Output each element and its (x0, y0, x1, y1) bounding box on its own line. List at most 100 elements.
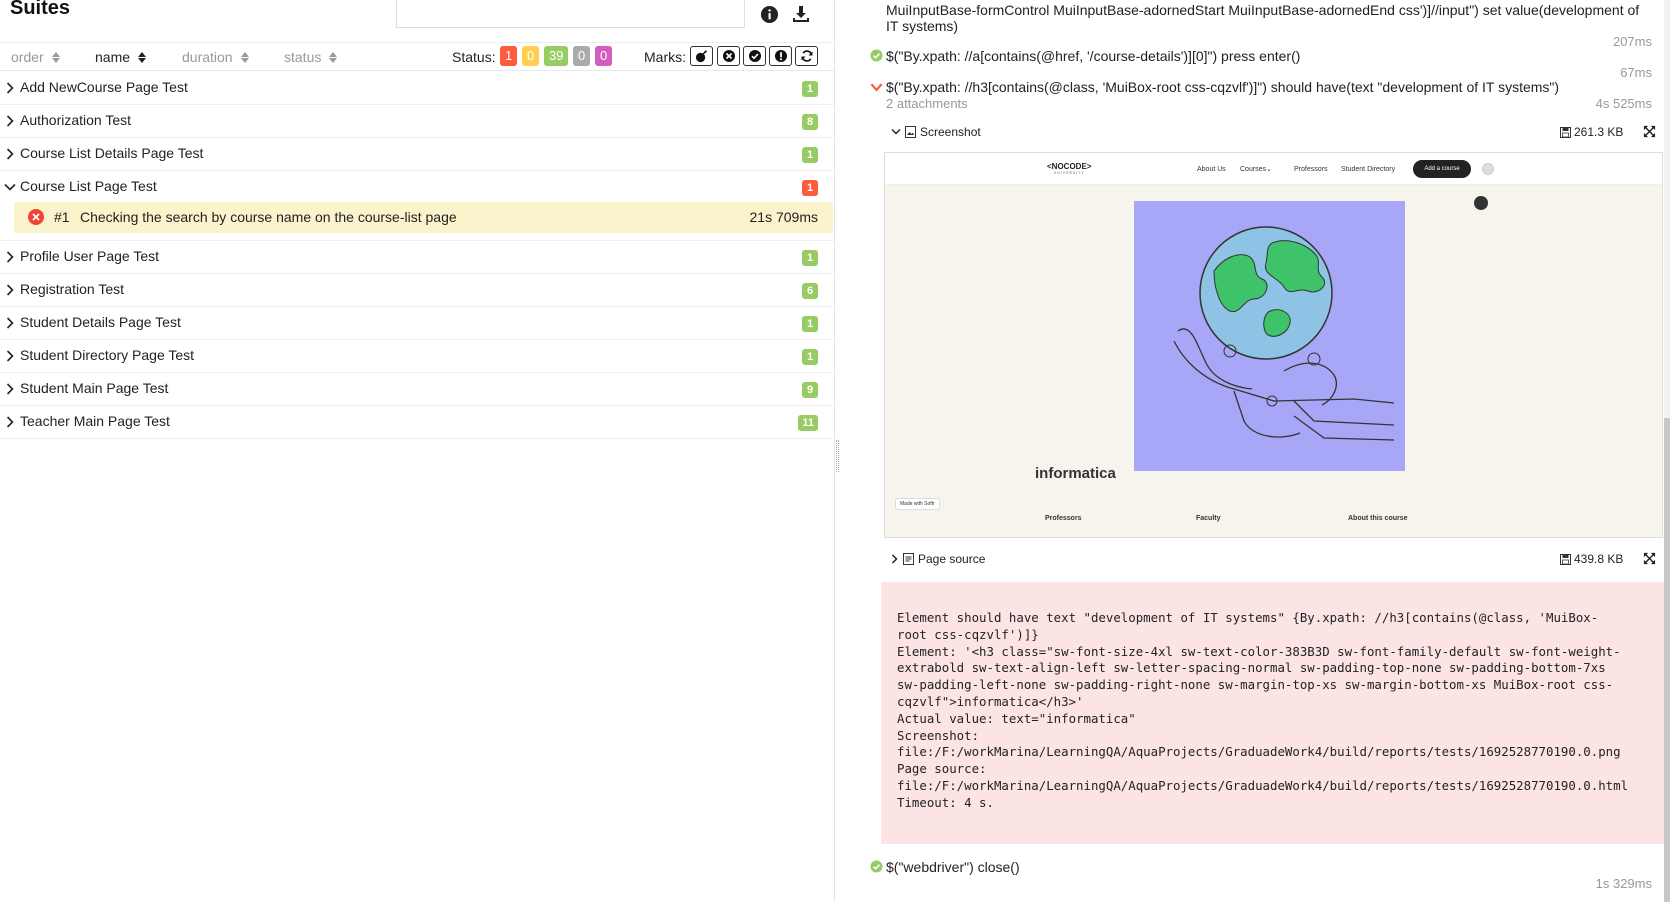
scrollbar-thumb[interactable] (1664, 418, 1670, 902)
suite-row[interactable]: Teacher Main Page Test 11 (0, 406, 835, 439)
attachment-page-source-header[interactable]: Page source (891, 552, 985, 566)
suite-row[interactable]: Student Details Page Test 1 (0, 307, 835, 340)
sort-arrows-icon (51, 51, 60, 63)
chevron-right-icon (6, 317, 14, 329)
attachment-name: Screenshot (920, 125, 981, 139)
step-text: MuiInputBase-formControl MuiInputBase-ad… (886, 2, 1639, 34)
sort-arrows-icon (329, 51, 338, 63)
new-failed-icon[interactable] (717, 46, 740, 66)
new-broken-icon[interactable] (769, 46, 792, 66)
chevron-right-icon (6, 350, 14, 362)
suite-name: Student Details Page Test (20, 314, 181, 330)
suite-name: Authorization Test (20, 112, 132, 128)
new-passed-icon[interactable] (743, 46, 766, 66)
attachment-screenshot-header[interactable]: Screenshot (891, 125, 981, 139)
status-unknown-toggle[interactable]: 0 (595, 46, 613, 66)
suite-count-badge: 1 (802, 316, 818, 332)
details-scrollbar[interactable] (1664, 0, 1670, 902)
retries-status-change-icon[interactable] (795, 46, 818, 66)
pane-resize-handle[interactable] (835, 0, 841, 902)
page-title: Suites (10, 0, 71, 19)
chevron-down-icon (4, 183, 16, 191)
suite-name: Profile User Page Test (20, 248, 160, 264)
sort-arrows-icon (240, 51, 249, 63)
suite-row-expanded[interactable]: Course List Page Test 1 (0, 171, 835, 202)
suite-count-badge: 9 (802, 382, 818, 398)
test-case-duration: 21s 709ms (749, 209, 818, 225)
step-text-line: MuiInputBase-formControl MuiInputBase-ad… (886, 2, 1640, 18)
chevron-right-icon (891, 554, 898, 564)
step-text[interactable]: $("By.xpath: //h3[contains(@class, 'MuiB… (886, 79, 1559, 95)
suite-name: Student Directory Page Test (20, 347, 195, 363)
step-attachments-count: 2 attachments (886, 96, 968, 111)
sort-order[interactable]: order (11, 49, 60, 65)
fullscreen-icon[interactable] (1643, 125, 1656, 138)
suite-row[interactable]: Course List Details Page Test 1 (0, 138, 835, 171)
image-file-icon (905, 126, 916, 138)
preview-nav-item: Courses (1240, 166, 1267, 173)
globe-robot-hand-illustration (1173, 226, 1395, 441)
preview-logo-text: <NOCODE> (1047, 162, 1092, 171)
attachment-size: 261.3 KB (1560, 125, 1623, 139)
suite-row[interactable]: Student Main Page Test 9 (0, 373, 835, 406)
preview-nav-item: About Us (1197, 166, 1226, 173)
flaky-bomb-icon[interactable] (690, 46, 713, 66)
preview-section-label: Professors (1045, 515, 1082, 522)
sort-arrows-icon (138, 51, 147, 63)
step-text[interactable]: $("By.xpath: //a[contains(@href, '/cours… (886, 48, 1300, 64)
test-case-name: Checking the search by course name on th… (80, 209, 457, 225)
step-duration: 67ms (1620, 65, 1652, 80)
allure-report: Suites order name duration status Status… (0, 0, 1670, 902)
test-case-number: #1 (54, 209, 70, 225)
preview-logo: <NOCODE> UNIVERSITY (1047, 162, 1091, 175)
passed-check-icon (870, 860, 883, 873)
step-text[interactable]: $("webdriver") close() (886, 859, 1020, 875)
preview-navbar: <NOCODE> UNIVERSITY About Us Courses ⌄ P… (885, 153, 1662, 185)
status-passed-toggle[interactable]: 39 (544, 46, 569, 66)
preview-nav-item: Professors (1294, 166, 1328, 173)
chevron-right-icon (6, 416, 14, 428)
search-input[interactable] (396, 0, 745, 28)
error-message-block: Element should have text "development of… (881, 582, 1664, 844)
suite-row[interactable]: Authorization Test 8 (0, 105, 835, 138)
fullscreen-icon[interactable] (1643, 552, 1656, 565)
code-file-icon (903, 553, 914, 565)
passed-check-icon (870, 49, 883, 62)
sort-bar: order name duration status Status: 1 0 3… (0, 42, 835, 71)
chevron-right-icon (6, 383, 14, 395)
suite-row[interactable]: Registration Test 6 (0, 274, 835, 307)
suite-row[interactable]: Student Directory Page Test 1 (0, 340, 835, 373)
chevron-right-icon (6, 251, 14, 263)
preview-add-course-button: Add a course (1413, 160, 1471, 178)
sort-duration-label: duration (182, 49, 233, 65)
chevron-right-icon (6, 115, 14, 127)
failed-chevron-down-icon[interactable] (870, 81, 883, 94)
suite-name: Student Main Page Test (20, 380, 169, 396)
status-skipped-toggle[interactable]: 0 (573, 46, 591, 66)
status-filter-label: Status: (452, 49, 496, 65)
suite-count-badge: 1 (802, 180, 818, 196)
suites-pane: Suites order name duration status Status… (0, 0, 835, 902)
suite-count-badge: 1 (802, 81, 818, 97)
status-failed-toggle[interactable]: 1 (500, 46, 518, 66)
attachment-size-value: 261.3 KB (1574, 125, 1624, 139)
step-duration: 207ms (1612, 34, 1652, 49)
sort-duration[interactable]: duration (182, 49, 249, 65)
sort-status[interactable]: status (284, 49, 338, 65)
preview-course-image (1134, 201, 1405, 471)
info-icon[interactable] (758, 3, 780, 25)
preview-avatar (1482, 163, 1494, 175)
suite-count-badge: 1 (802, 250, 818, 266)
suite-count-badge: 1 (802, 147, 818, 163)
sort-order-label: order (11, 49, 44, 65)
status-broken-toggle[interactable]: 0 (522, 46, 540, 66)
sort-name[interactable]: name (95, 49, 147, 65)
step-duration: 4s 525ms (1595, 96, 1652, 111)
download-icon[interactable] (790, 3, 812, 25)
sort-status-label: status (284, 49, 322, 65)
test-case-row-selected[interactable]: #1 Checking the search by course name on… (14, 202, 833, 233)
suite-row[interactable]: Add NewCourse Page Test 1 (0, 72, 835, 105)
suite-row[interactable]: Profile User Page Test 1 (0, 241, 835, 274)
save-icon (1560, 126, 1571, 138)
screenshot-preview[interactable]: <NOCODE> UNIVERSITY About Us Courses ⌄ P… (884, 152, 1663, 538)
